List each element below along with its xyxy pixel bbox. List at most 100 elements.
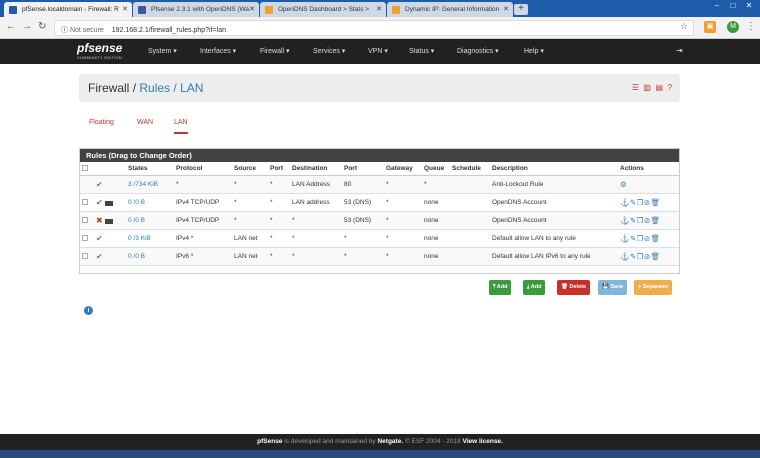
row-checkbox[interactable] <box>82 253 88 260</box>
table-row[interactable]: ✖ 0 /0 B IPv4 TCP/UDP * * * 53 (DNS) * n… <box>80 211 679 230</box>
copy-icon[interactable]: ❐ <box>637 216 644 225</box>
row-actions: ⚓✎❐⊘🗑 <box>618 211 679 230</box>
browser-tab-opendns-dashboard[interactable]: OpenDNS Dashboard > Stats > ✕ <box>260 2 386 17</box>
select-all-checkbox[interactable] <box>82 165 88 172</box>
menu-vpn[interactable]: VPN ▾ <box>368 47 388 55</box>
disable-icon[interactable]: ⊘ <box>644 252 651 261</box>
trash-icon[interactable]: 🗑 <box>651 234 661 243</box>
reload-icon[interactable]: ↻ <box>38 21 46 32</box>
anchor-icon[interactable]: ⚓ <box>620 252 630 261</box>
logout-icon[interactable]: ⇥ <box>676 46 683 55</box>
maximize-icon[interactable]: □ <box>726 1 740 10</box>
browser-menu-icon[interactable]: ⋮ <box>746 21 756 32</box>
footer-license-link[interactable]: View license. <box>463 438 503 445</box>
list-icon[interactable]: ▤ <box>656 83 664 92</box>
anchor-icon[interactable]: ⚓ <box>620 198 630 207</box>
bookmark-star-icon[interactable]: ☆ <box>680 21 688 32</box>
trash-icon[interactable]: 🗑 <box>651 252 661 261</box>
row-states[interactable]: 0 /0 B <box>126 247 174 266</box>
menu-firewall[interactable]: Firewall ▾ <box>260 47 290 55</box>
logo-edition: COMMUNITY EDITION <box>77 56 122 60</box>
browser-tab-dynamic-ip[interactable]: Dynamic IP: General Information ✕ <box>387 2 513 17</box>
menu-system[interactable]: System ▾ <box>148 47 177 55</box>
breadcrumb-lan[interactable]: LAN <box>180 81 203 95</box>
trash-icon: 🗑 <box>561 284 568 290</box>
delete-label: Delete <box>569 284 587 290</box>
browser-tab-pfsense[interactable]: pfSense.localdomain - Firewall: R ✕ <box>4 2 132 17</box>
edit-pencil-icon[interactable]: ✎ <box>630 216 637 225</box>
back-icon[interactable]: ← <box>6 21 16 32</box>
profile-avatar[interactable]: M <box>727 21 739 33</box>
close-tab-icon[interactable]: ✕ <box>503 5 509 13</box>
tab-wan[interactable]: WAN <box>137 119 153 126</box>
edit-pencil-icon[interactable]: ✎ <box>630 252 637 261</box>
disable-icon[interactable]: ⊘ <box>644 198 651 207</box>
menu-interfaces[interactable]: Interfaces ▾ <box>200 47 236 55</box>
row-states[interactable]: 0 /0 B <box>126 211 174 230</box>
row-checkbox[interactable] <box>82 217 88 224</box>
menu-help[interactable]: Help ▾ <box>524 47 544 55</box>
tab-lan[interactable]: LAN <box>174 119 188 134</box>
close-tab-icon[interactable]: ✕ <box>376 5 382 13</box>
minimize-icon[interactable]: – <box>710 1 724 10</box>
copy-icon[interactable]: ❐ <box>637 198 644 207</box>
save-button[interactable]: 💾 Save <box>598 280 628 295</box>
table-header-row: States Protocol Source Port Destination … <box>80 162 679 176</box>
row-checkbox[interactable] <box>82 235 88 242</box>
extension-icon[interactable]: ▣ <box>704 21 716 33</box>
table-row[interactable]: ✔ 0 /0 B IPv4 TCP/UDP * * LAN address 53… <box>80 193 679 212</box>
add-top-button[interactable]: ⤒ Add <box>489 280 512 295</box>
add-bottom-button[interactable]: ⤓ Add <box>523 280 546 295</box>
forward-icon[interactable]: → <box>22 21 32 32</box>
table-row[interactable]: ✔ 0 /3 KiB IPv4 * LAN net * * * * none D… <box>80 229 679 248</box>
tab-floating[interactable]: Floating <box>89 119 114 126</box>
browser-tab-pfsense-opendns[interactable]: Pfsense 2.3.1 with OpenDNS (Wa ✕ <box>133 2 259 17</box>
row-source: * <box>232 193 268 212</box>
footer-netgate-link[interactable]: Netgate. <box>377 438 403 445</box>
info-icon[interactable]: i <box>84 306 93 315</box>
separator-label: Separator <box>642 284 669 290</box>
anchor-icon[interactable]: ⚓ <box>620 216 630 225</box>
table-row[interactable]: ✔ 0 /0 B IPv6 * LAN net * * * * none Def… <box>80 247 679 266</box>
row-source-port: * <box>268 211 290 230</box>
interface-tabs: Floating WAN LAN <box>79 114 680 136</box>
bar-chart-icon[interactable]: ▥ <box>644 83 652 92</box>
url-input[interactable]: ⓘ Not secure 192.168.2.1/firewall_rules.… <box>54 20 694 36</box>
gear-icon[interactable]: ⚙ <box>620 180 627 189</box>
sliders-icon[interactable]: ☰ <box>632 83 639 92</box>
anchor-icon[interactable]: ⚓ <box>620 234 630 243</box>
arrow-down-icon: ⤓ <box>527 284 530 290</box>
row-states[interactable]: 3 /734 KiB <box>126 175 174 194</box>
edit-pencil-icon[interactable]: ✎ <box>630 198 637 207</box>
delete-button[interactable]: 🗑 Delete <box>557 280 591 295</box>
table-row[interactable]: ✔ 3 /734 KiB * * * LAN Address 80 * * An… <box>80 175 679 194</box>
separator-button[interactable]: + Separator <box>634 280 673 295</box>
trash-icon[interactable]: 🗑 <box>651 216 661 225</box>
row-checkbox[interactable] <box>82 199 88 206</box>
row-gateway: * <box>384 229 422 248</box>
trash-icon[interactable]: 🗑 <box>651 198 661 207</box>
row-states[interactable]: 0 /3 KiB <box>126 229 174 248</box>
edit-pencil-icon[interactable]: ✎ <box>630 234 637 243</box>
menu-diagnostics[interactable]: Diagnostics ▾ <box>457 47 499 55</box>
breadcrumb-rules[interactable]: Rules <box>139 81 170 95</box>
copy-icon[interactable]: ❐ <box>637 234 644 243</box>
row-states[interactable]: 0 /0 B <box>126 193 174 212</box>
menu-services[interactable]: Services ▾ <box>313 47 345 55</box>
menu-status[interactable]: Status ▾ <box>409 47 434 55</box>
row-source-port: * <box>268 193 290 212</box>
disable-icon[interactable]: ⊘ <box>644 216 651 225</box>
window-close-icon[interactable]: ✕ <box>742 1 756 10</box>
help-icon[interactable]: ? <box>668 83 672 92</box>
close-tab-icon[interactable]: ✕ <box>122 5 128 13</box>
info-circle-icon[interactable]: ⓘ <box>61 27 68 34</box>
close-tab-icon[interactable]: ✕ <box>249 5 255 13</box>
browser-tabstrip: pfSense.localdomain - Firewall: R ✕ Pfse… <box>0 0 760 17</box>
row-status: ✔ <box>94 193 126 212</box>
new-tab-button[interactable]: + <box>514 4 528 15</box>
row-protocol: IPv4 TCP/UDP <box>174 193 232 212</box>
disable-icon[interactable]: ⊘ <box>644 234 651 243</box>
pfsense-logo[interactable]: pfsense <box>77 41 122 55</box>
copy-icon[interactable]: ❐ <box>637 252 644 261</box>
row-queue: none <box>422 211 450 230</box>
